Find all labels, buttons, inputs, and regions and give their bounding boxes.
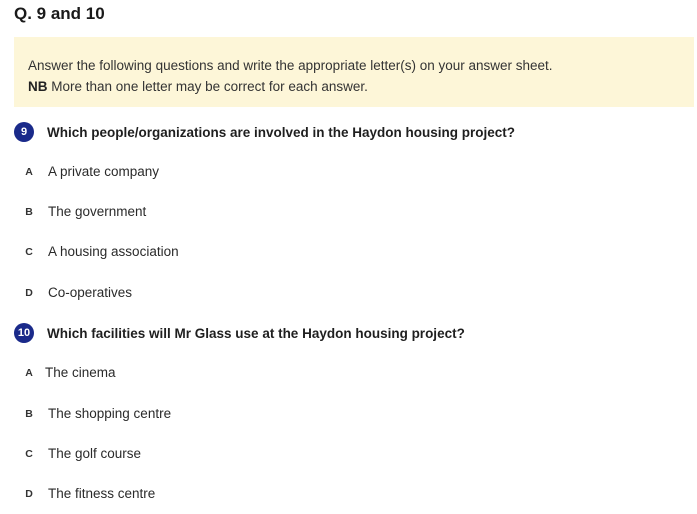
option-letter: B bbox=[25, 205, 33, 218]
option-9-c[interactable]: C A housing association bbox=[22, 244, 179, 259]
question-page: Q. 9 and 10 Answer the following questio… bbox=[0, 0, 697, 514]
option-text: The golf course bbox=[48, 446, 142, 461]
option-text: A private company bbox=[48, 164, 160, 179]
option-letter: B bbox=[25, 407, 33, 420]
option-text: A housing association bbox=[48, 244, 179, 259]
option-text: The fitness centre bbox=[48, 486, 156, 501]
option-9-b[interactable]: B The government bbox=[22, 204, 146, 219]
option-letter: D bbox=[25, 487, 33, 500]
option-letter: D bbox=[25, 286, 33, 299]
option-9-d[interactable]: D Co-operatives bbox=[22, 285, 132, 300]
option-letter: A bbox=[25, 366, 33, 379]
option-text: The cinema bbox=[45, 365, 116, 380]
option-letter: C bbox=[25, 245, 33, 258]
question-10: 10 Which facilities will Mr Glass use at… bbox=[14, 323, 465, 343]
option-10-c[interactable]: C The golf course bbox=[22, 446, 141, 461]
option-10-d[interactable]: D The fitness centre bbox=[22, 486, 155, 501]
question-text: Which people/organizations are involved … bbox=[47, 124, 516, 140]
option-10-b[interactable]: B The shopping centre bbox=[22, 406, 171, 421]
option-text: The shopping centre bbox=[48, 406, 172, 421]
instructions-line-2: NB More than one letter may be correct f… bbox=[28, 76, 680, 97]
option-text: The government bbox=[48, 204, 147, 219]
option-10-a[interactable]: A The cinema bbox=[22, 365, 116, 380]
question-number-badge: 9 bbox=[14, 122, 34, 142]
instructions-box: Answer the following questions and write… bbox=[14, 37, 694, 107]
question-number-badge: 10 bbox=[14, 323, 34, 343]
option-9-a[interactable]: A A private company bbox=[22, 164, 159, 179]
option-text: Co-operatives bbox=[48, 285, 133, 300]
instructions-note: More than one letter may be correct for … bbox=[51, 79, 368, 94]
page-title: Q. 9 and 10 bbox=[14, 4, 105, 23]
question-9: 9 Which people/organizations are involve… bbox=[14, 122, 515, 142]
nb-label: NB bbox=[28, 79, 48, 94]
option-letter: A bbox=[25, 165, 33, 178]
question-text: Which facilities will Mr Glass use at th… bbox=[47, 325, 465, 341]
instructions-line-1: Answer the following questions and write… bbox=[28, 58, 553, 73]
option-letter: C bbox=[25, 447, 33, 460]
